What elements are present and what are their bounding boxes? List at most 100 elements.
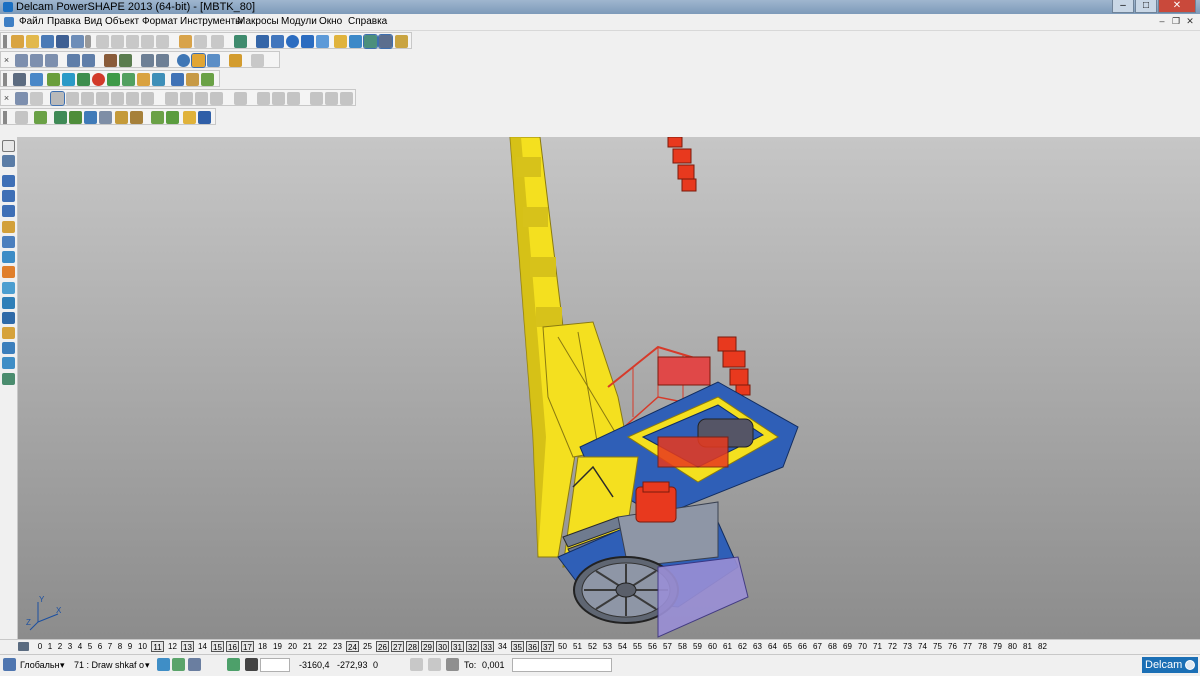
level-button-7[interactable]: 7	[106, 641, 114, 652]
level-button-59[interactable]: 59	[691, 641, 704, 652]
box-view-icon[interactable]	[165, 92, 178, 105]
level-select[interactable]: 71 : Draw shkaf o	[74, 660, 144, 670]
level-button-33[interactable]: 33	[481, 641, 494, 652]
fillet-icon[interactable]	[130, 111, 143, 124]
menu-view[interactable]: Вид	[84, 16, 102, 27]
level-button-50[interactable]: 50	[556, 641, 569, 652]
menu-edit[interactable]: Правка	[47, 16, 81, 27]
render-shaded-icon[interactable]	[66, 92, 79, 105]
level-button-21[interactable]: 21	[301, 641, 314, 652]
mdi-restore-button[interactable]: ❐	[1170, 15, 1182, 27]
level-button-51[interactable]: 51	[571, 641, 584, 652]
sheet-icon[interactable]	[30, 73, 43, 86]
box-top-icon[interactable]	[210, 92, 223, 105]
level-button-30[interactable]: 30	[436, 641, 449, 652]
render-hidden-icon[interactable]	[81, 92, 94, 105]
redo-icon[interactable]	[194, 35, 207, 48]
menu-format[interactable]: Формат	[142, 16, 178, 27]
level-button-52[interactable]: 52	[586, 641, 599, 652]
level-button-26[interactable]: 26	[376, 641, 389, 652]
block-icon[interactable]	[137, 73, 150, 86]
split-icon[interactable]	[166, 111, 179, 124]
document-icon[interactable]	[4, 17, 14, 27]
align-2-icon[interactable]	[325, 92, 338, 105]
copy-icon[interactable]	[111, 35, 124, 48]
level-button-77[interactable]: 77	[961, 641, 974, 652]
edit-icon[interactable]	[141, 35, 154, 48]
surface-tool-icon[interactable]	[2, 251, 15, 263]
level-button-81[interactable]: 81	[1021, 641, 1034, 652]
feature-tool-icon[interactable]	[2, 297, 15, 309]
level-button-63[interactable]: 63	[751, 641, 764, 652]
level-button-25[interactable]: 25	[361, 641, 374, 652]
level-button-55[interactable]: 55	[631, 641, 644, 652]
level-button-79[interactable]: 79	[991, 641, 1004, 652]
level-button-56[interactable]: 56	[646, 641, 659, 652]
menu-macros[interactable]: Макросы	[237, 16, 279, 27]
electrode-tool-icon[interactable]	[2, 342, 15, 354]
align-3-icon[interactable]	[340, 92, 353, 105]
toolbar-grip[interactable]	[3, 35, 7, 48]
level-button-15[interactable]: 15	[211, 641, 224, 652]
paste-icon[interactable]	[126, 35, 139, 48]
workplane-select[interactable]: Глобальн	[20, 660, 60, 670]
surface-icon[interactable]	[334, 35, 347, 48]
mesh-icon[interactable]	[363, 34, 378, 49]
light-icon[interactable]	[229, 54, 242, 67]
level-button-17[interactable]: 17	[241, 641, 254, 652]
orient-icon[interactable]	[234, 92, 247, 105]
loft-icon[interactable]	[99, 111, 112, 124]
level-button-32[interactable]: 32	[466, 641, 479, 652]
level-button-80[interactable]: 80	[1006, 641, 1019, 652]
minimize-button[interactable]: –	[1112, 0, 1134, 13]
cylinder-icon[interactable]	[77, 73, 90, 86]
close-button[interactable]: ✕	[1158, 0, 1196, 13]
level-button-57[interactable]: 57	[661, 641, 674, 652]
zoom-window-icon[interactable]	[104, 54, 117, 67]
render-xray-icon[interactable]	[111, 92, 124, 105]
menu-help[interactable]: Справка	[348, 16, 387, 27]
save-icon[interactable]	[56, 35, 69, 48]
menu-tools[interactable]: Инструменты	[180, 16, 242, 27]
render-draft-icon[interactable]	[126, 92, 139, 105]
level-button-8[interactable]: 8	[116, 641, 124, 652]
level-button-3[interactable]: 3	[66, 641, 74, 652]
curve-icon[interactable]	[301, 35, 314, 48]
level-button-29[interactable]: 29	[421, 641, 434, 652]
text-icon[interactable]	[2, 282, 15, 294]
maximize-button[interactable]: □	[1135, 0, 1157, 13]
box-front-icon[interactable]	[180, 92, 193, 105]
level-button-73[interactable]: 73	[901, 641, 914, 652]
level-button-65[interactable]: 65	[781, 641, 794, 652]
mdi-minimize-button[interactable]: –	[1156, 15, 1168, 27]
mdi-close-button[interactable]: ✕	[1184, 15, 1196, 27]
level-button-19[interactable]: 19	[271, 641, 284, 652]
wireframe-icon[interactable]	[207, 54, 220, 67]
level-button-53[interactable]: 53	[601, 641, 614, 652]
select-filter-icon[interactable]	[15, 92, 28, 105]
sphere-icon[interactable]	[62, 73, 75, 86]
gear-set-2-icon[interactable]	[272, 92, 285, 105]
arc-icon[interactable]	[316, 35, 329, 48]
menu-object[interactable]: Объект	[105, 16, 139, 27]
red-sphere-icon[interactable]	[92, 73, 105, 86]
wireframe-tool-icon[interactable]	[2, 221, 15, 233]
level-button-20[interactable]: 20	[286, 641, 299, 652]
level-button-66[interactable]: 66	[796, 641, 809, 652]
workplane-status-icon[interactable]	[3, 658, 16, 671]
workplane-icon[interactable]	[234, 35, 247, 48]
analysis-tool-icon[interactable]	[2, 373, 15, 385]
rotate-object-icon[interactable]	[2, 205, 15, 217]
level-button-60[interactable]: 60	[706, 641, 719, 652]
level-button-37[interactable]: 37	[541, 641, 554, 652]
coord-mode-field[interactable]	[260, 658, 290, 672]
level-button-13[interactable]: 13	[181, 641, 194, 652]
level-button-0[interactable]: 0	[36, 641, 44, 652]
menu-file[interactable]: Файл	[19, 16, 44, 27]
align-1-icon[interactable]	[310, 92, 323, 105]
level-button-64[interactable]: 64	[766, 641, 779, 652]
level-button-5[interactable]: 5	[86, 641, 94, 652]
grid-icon[interactable]	[13, 73, 26, 86]
revolve-icon[interactable]	[69, 111, 82, 124]
new-icon[interactable]	[11, 35, 24, 48]
